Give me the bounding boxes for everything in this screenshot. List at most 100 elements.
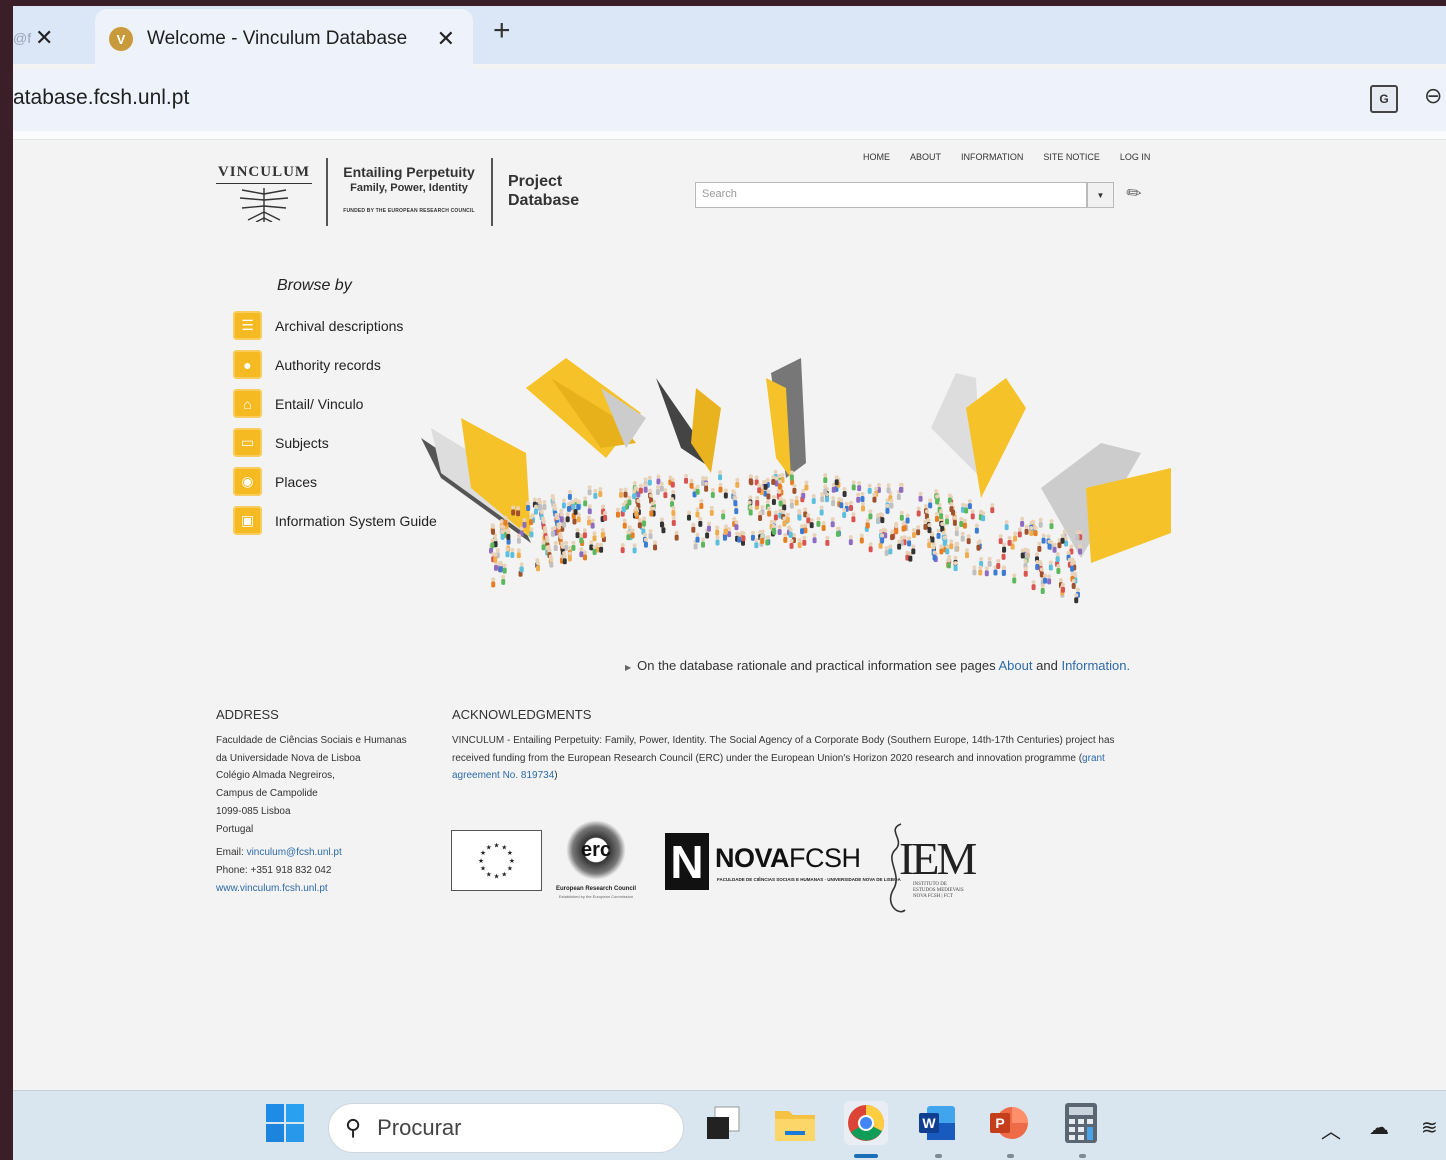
tag-icon: ▭ <box>233 428 262 457</box>
chrome-icon[interactable] <box>844 1101 888 1145</box>
windows-taskbar: ⚲ Procurar W P ︿ ☁ ≋ <box>13 1090 1446 1160</box>
entailing-title: Entailing Perpetuity <box>343 164 475 180</box>
vinculum-logo: VINCULUM <box>216 164 312 227</box>
top-navigation: HOME ABOUT INFORMATION SITE NOTICE LOG I… <box>863 152 1150 162</box>
chevron-up-icon[interactable]: ︿ <box>1321 1115 1341 1144</box>
address-line: Portugal <box>216 823 254 835</box>
person-icon: ● <box>233 350 262 379</box>
folder-icon <box>766 358 806 478</box>
tab-title: Welcome - Vinculum Database <box>147 28 408 49</box>
address-heading: ADDRESS <box>216 707 279 722</box>
task-view-icon[interactable] <box>701 1101 745 1145</box>
taskbar-search-placeholder: Procurar <box>377 1115 462 1140</box>
address-lines: Faculdade de Ciências Sociais e Humanas … <box>216 732 436 838</box>
svg-text:★: ★ <box>493 841 499 849</box>
entailing-logo: Entailing Perpetuity Family, Power, Iden… <box>342 164 476 214</box>
address-line: Campus de Campolide <box>216 788 318 800</box>
clipboard-paperclip-icon[interactable]: ✎ <box>1122 181 1147 207</box>
svg-text:★: ★ <box>493 872 499 880</box>
browse-archival-descriptions[interactable]: ☰ Archival descriptions <box>233 306 437 345</box>
map-pin-icon: ◉ <box>233 467 262 496</box>
browser-window: @f ✕ V Welcome - Vinculum Database ✕ + a… <box>13 6 1446 1160</box>
translate-icon[interactable]: G <box>1370 85 1398 113</box>
ack-body: VINCULUM - Entailing Perpetuity: Family,… <box>452 735 1115 764</box>
nav-information[interactable]: INFORMATION <box>961 152 1023 162</box>
site-logo[interactable]: VINCULUM Entailing Perpetuity Family, Po… <box>216 158 586 230</box>
contact-info: Email: vinculum@fcsh.unl.pt Phone: +351 … <box>216 844 436 897</box>
acknowledgments-heading: ACKNOWLEDGMENTS <box>452 707 592 722</box>
database-label: Database <box>508 192 580 209</box>
vinculum-favicon-icon: V <box>109 27 133 51</box>
entailing-subtitle: Family, Power, Identity <box>350 182 468 194</box>
nav-about[interactable]: ABOUT <box>910 152 941 162</box>
about-link[interactable]: About <box>999 658 1033 673</box>
address-bar: atabase.fcsh.unl.pt G ⊖ <box>13 69 1446 131</box>
address-line: da Universidade Nova de Lisboa <box>216 752 361 764</box>
powerpoint-icon[interactable]: P <box>987 1101 1031 1145</box>
file-explorer-icon[interactable] <box>773 1101 817 1145</box>
ack-end: ) <box>554 770 558 782</box>
acknowledgments-section: ACKNOWLEDGMENTS VINCULUM - Entailing Per… <box>452 707 1142 785</box>
address-section: ADDRESS Faculdade de Ciências Sociais e … <box>216 707 436 897</box>
svg-text:★: ★ <box>507 849 513 857</box>
tab-previous-title: @f <box>13 30 32 46</box>
tab-active[interactable]: V Welcome - Vinculum Database ✕ <box>95 9 473 69</box>
email-link[interactable]: vinculum@fcsh.unl.pt <box>247 847 342 858</box>
info-line: ▶ On the database rationale and practical… <box>625 658 1130 673</box>
toolbar-divider <box>13 131 1446 140</box>
browse-item-label: Places <box>275 473 318 490</box>
tab-previous[interactable]: @f ✕ <box>13 18 53 58</box>
close-tab-icon[interactable]: ✕ <box>437 28 455 50</box>
windows-start-icon[interactable] <box>263 1101 307 1145</box>
search-icon: ⚲ <box>345 1115 362 1140</box>
svg-text:W: W <box>922 1115 936 1131</box>
active-indicator <box>854 1154 878 1158</box>
calculator-icon[interactable] <box>1059 1101 1103 1145</box>
taskbar-search[interactable]: ⚲ Procurar <box>328 1103 684 1153</box>
word-icon[interactable]: W <box>916 1101 960 1145</box>
document-icon: ☰ <box>233 311 262 340</box>
nova-bold: NOVA <box>715 843 790 873</box>
zoom-out-icon[interactable]: ⊖ <box>1424 83 1442 109</box>
svg-text:P: P <box>995 1115 1004 1131</box>
information-link[interactable]: Information. <box>1061 658 1130 673</box>
email-label: Email: <box>216 847 244 859</box>
svg-text:★: ★ <box>507 865 513 873</box>
website-link[interactable]: www.vinculum.fcsh.unl.pt <box>216 883 328 894</box>
address-line: Faculdade de Ciências Sociais e Humanas <box>216 735 407 746</box>
nova-n-mark: N <box>665 833 709 890</box>
iem-sub-line: NOVA FCSH | FCT <box>913 894 953 899</box>
tab-strip: @f ✕ V Welcome - Vinculum Database ✕ + <box>13 6 1446 69</box>
nav-site-notice[interactable]: SITE NOTICE <box>1043 152 1100 162</box>
search-input[interactable]: Search <box>695 182 1087 208</box>
url-field[interactable]: atabase.fcsh.unl.pt <box>13 86 189 110</box>
crowd-of-people <box>489 469 1083 604</box>
bullet-triangle-icon: ▶ <box>625 663 632 672</box>
nav-log-in[interactable]: LOG IN <box>1120 152 1151 162</box>
erc-mark: erc <box>566 820 626 880</box>
erc-caption-sub: Established by the European Commission <box>558 894 634 899</box>
project-label: Project <box>508 173 563 190</box>
running-indicator <box>1079 1154 1086 1158</box>
nav-home[interactable]: HOME <box>863 152 890 162</box>
folder-icon <box>656 378 721 473</box>
close-icon[interactable]: ✕ <box>35 27 53 49</box>
tree-roots-icon <box>239 188 289 223</box>
nova-fcsh-wordmark: NOVAFCSH <box>715 843 861 874</box>
eu-flag-icon: ★★★★★★★★★ ★ ★★ <box>451 830 542 891</box>
erc-logo: erc European Research Council Establishe… <box>555 820 637 899</box>
browse-item-label: Subjects <box>275 434 329 451</box>
logo-divider <box>326 158 328 226</box>
address-line: Colégio Almada Negreiros, <box>216 770 335 782</box>
onedrive-cloud-icon[interactable]: ☁ <box>1369 1115 1389 1140</box>
nova-subtitle: FACULDADE DE CIÊNCIAS SOCIAIS E HUMANAS … <box>717 877 901 882</box>
wifi-icon[interactable]: ≋ <box>1421 1115 1438 1140</box>
address-line: 1099-085 Lisboa <box>216 805 291 817</box>
svg-text:★: ★ <box>486 844 492 852</box>
folder-icon <box>421 418 531 543</box>
iem-subtitle: INSTITUTO DE ESTUDOS MEDIEVAIS NOVA FCSH… <box>913 882 964 900</box>
iem-wordmark: IEM <box>899 833 977 884</box>
running-indicator <box>935 1154 942 1158</box>
search-options-dropdown[interactable]: ▼ <box>1087 182 1114 208</box>
new-tab-button[interactable]: + <box>493 16 511 46</box>
